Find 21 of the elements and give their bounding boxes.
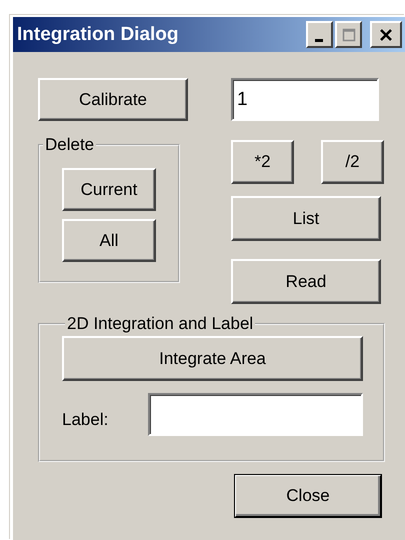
field-label: Label: xyxy=(62,410,108,431)
maximize-button[interactable] xyxy=(335,21,362,48)
calibrate-button[interactable]: Calibrate xyxy=(38,78,188,121)
close-button[interactable] xyxy=(370,21,402,48)
close-icon xyxy=(378,26,394,42)
close-dialog-button[interactable]: Close xyxy=(234,474,382,518)
scale-button[interactable]: *2 xyxy=(231,140,294,184)
minimize-icon xyxy=(314,38,322,42)
action-button[interactable]: Read xyxy=(231,259,381,304)
delete-button[interactable]: Current xyxy=(62,168,156,211)
minimize-button[interactable] xyxy=(306,21,333,48)
label-field[interactable] xyxy=(148,393,363,436)
group-title: 2D Integration and Label xyxy=(66,314,254,334)
maximize-icon xyxy=(340,26,356,42)
scale-button[interactable]: /2 xyxy=(321,140,384,184)
group-title: Delete xyxy=(44,135,96,155)
window-title: Integration Dialog xyxy=(17,24,178,46)
integrate-area-button[interactable]: Integrate Area xyxy=(62,336,363,381)
delete-button[interactable]: All xyxy=(62,219,156,262)
action-button[interactable]: List xyxy=(231,196,381,241)
value-field[interactable]: 1 xyxy=(231,78,379,121)
